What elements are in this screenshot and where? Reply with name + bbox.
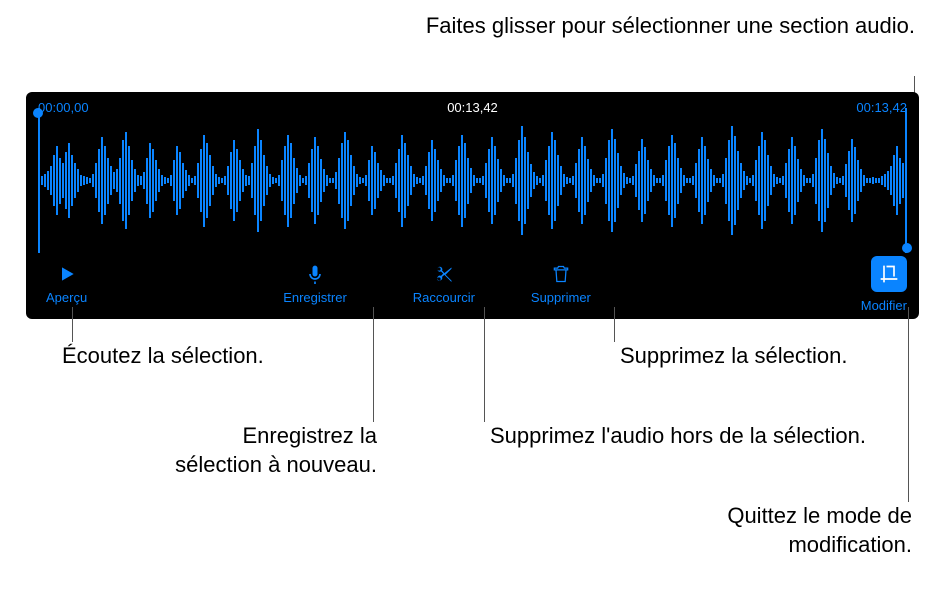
crop-icon bbox=[879, 264, 899, 284]
callout-line bbox=[72, 307, 73, 342]
annotation-delete-outside: Supprimez l'audio hors de la sélection. bbox=[490, 422, 866, 451]
record-label: Enregistrer bbox=[283, 290, 347, 305]
play-icon bbox=[57, 264, 77, 284]
annotation-drag-select: Faites glisser pour sélectionner une sec… bbox=[426, 12, 915, 41]
trim-label: Raccourcir bbox=[413, 290, 475, 305]
time-current: 00:13,42 bbox=[447, 100, 498, 115]
annotation-listen: Écoutez la sélection. bbox=[62, 342, 264, 371]
timeline-row: 00:00,00 00:13,42 00:13,42 bbox=[26, 92, 919, 115]
waveform-area[interactable] bbox=[38, 123, 907, 238]
delete-button[interactable]: Supprimer bbox=[523, 258, 599, 311]
edit-label: Modifier bbox=[861, 298, 907, 313]
preview-label: Aperçu bbox=[46, 290, 87, 305]
selection-handle-right-line[interactable] bbox=[905, 108, 907, 253]
callout-line bbox=[484, 307, 485, 422]
audio-editor-panel: 00:00,00 00:13,42 00:13,42 Aperçu Enregi… bbox=[26, 92, 919, 319]
selection-handle-left[interactable] bbox=[33, 108, 43, 118]
waveform[interactable] bbox=[38, 123, 907, 238]
callout-line bbox=[373, 307, 374, 422]
callout-line bbox=[908, 307, 909, 502]
editor-toolbar: Aperçu Enregistrer Raccourcir Supprimer … bbox=[26, 249, 919, 319]
annotation-exit-edit: Quittez le mode de modification. bbox=[690, 502, 912, 559]
annotation-record-again: Enregistrez la sélection à nouveau. bbox=[160, 422, 377, 479]
edit-button[interactable]: Modifier bbox=[861, 256, 907, 313]
trim-button[interactable]: Raccourcir bbox=[405, 258, 483, 311]
time-end: 00:13,42 bbox=[856, 100, 907, 115]
record-button[interactable]: Enregistrer bbox=[275, 258, 355, 311]
scissors-icon bbox=[434, 264, 454, 284]
annotation-delete-selection: Supprimez la sélection. bbox=[620, 342, 847, 371]
microphone-icon bbox=[305, 264, 325, 284]
preview-button[interactable]: Aperçu bbox=[38, 258, 95, 311]
time-start: 00:00,00 bbox=[38, 100, 89, 115]
delete-label: Supprimer bbox=[531, 290, 591, 305]
trash-icon bbox=[551, 264, 571, 284]
callout-line bbox=[614, 307, 615, 342]
